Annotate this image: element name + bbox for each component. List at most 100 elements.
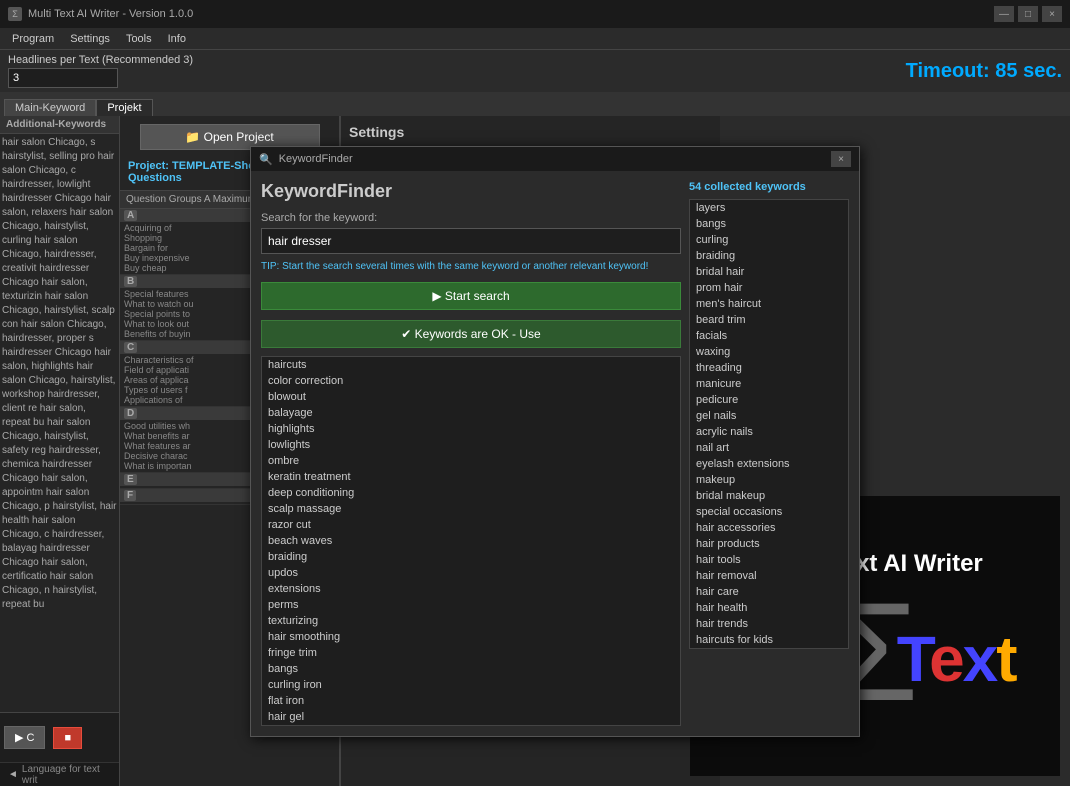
list-item[interactable]: gel nails (690, 408, 848, 424)
settings-title: Settings (349, 124, 712, 140)
list-item[interactable]: bridal hair (690, 264, 848, 280)
list-item[interactable]: bridal makeup (690, 488, 848, 504)
left-sidebar: Additional-Keywords hair salon Chicago, … (0, 116, 120, 786)
group-e-badge: E (124, 474, 137, 485)
list-item[interactable]: braiding (262, 549, 680, 565)
list-item[interactable]: hair trends (690, 616, 848, 632)
title-bar: Σ Multi Text AI Writer - Version 1.0.0 —… (0, 0, 1070, 28)
list-item[interactable]: nail art (690, 440, 848, 456)
stop-button[interactable]: ■ (53, 727, 82, 749)
list-item[interactable]: men's haircut (690, 296, 848, 312)
group-f-badge: F (124, 490, 136, 501)
menu-settings[interactable]: Settings (62, 28, 118, 49)
main-layout: Additional-Keywords hair salon Chicago, … (0, 116, 1070, 786)
list-item[interactable]: acrylic nails (690, 424, 848, 440)
list-item[interactable]: flat iron (262, 693, 680, 709)
keyword-finder-window: 🔍 KeywordFinder × KeywordFinder Search f… (250, 146, 860, 737)
kf-tip-text: TIP: Start the search several times with… (261, 260, 681, 274)
group-d-badge: D (124, 408, 137, 419)
list-item[interactable]: waxing (690, 344, 848, 360)
list-item[interactable]: haircuts for seni (690, 648, 848, 649)
headlines-label: Headlines per Text (Recommended 3) (8, 54, 193, 66)
list-item[interactable]: hair accessories (690, 520, 848, 536)
list-item[interactable]: eyelash extensions (690, 456, 848, 472)
kf-body: KeywordFinder Search for the keyword: TI… (251, 171, 859, 736)
list-item[interactable]: hair gel (262, 709, 680, 725)
list-item[interactable]: special occasions (690, 504, 848, 520)
kf-title-bar: 🔍 KeywordFinder × (251, 147, 859, 171)
kf-window-title: KeywordFinder (279, 153, 353, 165)
list-item[interactable]: extensions (262, 581, 680, 597)
group-b-badge: B (124, 276, 137, 287)
list-item[interactable]: curling (690, 232, 848, 248)
list-item[interactable]: beard trim (690, 312, 848, 328)
kf-collected-list[interactable]: layers bangs curling braiding bridal hai… (689, 199, 849, 649)
list-item[interactable]: highlights (262, 421, 680, 437)
list-item[interactable]: razor cut (262, 517, 680, 533)
question-groups-label: Question Groups A (126, 194, 210, 205)
list-item[interactable]: bangs (690, 216, 848, 232)
list-item[interactable]: braiding (690, 248, 848, 264)
list-item[interactable]: hair smoothing (262, 629, 680, 645)
list-item[interactable]: balayage (262, 405, 680, 421)
main-content: 📁 Open Project Project: TEMPLATE-Shoppin… (120, 116, 1070, 786)
list-item[interactable]: fringe trim (262, 645, 680, 661)
sidebar-keywords: hair salon Chicago, s hairstylist, selli… (2, 136, 117, 612)
list-item[interactable]: hair health (690, 600, 848, 616)
list-item[interactable]: hair care (690, 584, 848, 600)
list-item[interactable]: haircuts for kids (690, 632, 848, 648)
list-item[interactable]: perms (262, 597, 680, 613)
minimize-button[interactable]: — (994, 6, 1014, 22)
list-item[interactable]: texturizing (262, 613, 680, 629)
list-item[interactable]: bangs (262, 661, 680, 677)
list-item[interactable]: manicure (690, 376, 848, 392)
kf-search-input[interactable] (261, 228, 681, 254)
kf-window-icon: 🔍 (259, 153, 273, 166)
kf-close-button[interactable]: × (831, 151, 851, 167)
list-item[interactable]: prom hair (690, 280, 848, 296)
menu-program[interactable]: Program (4, 28, 62, 49)
run-button[interactable]: ▶ C (4, 726, 45, 749)
list-item[interactable]: hair tools (690, 552, 848, 568)
close-button[interactable]: × (1042, 6, 1062, 22)
list-item[interactable]: pedicure (690, 392, 848, 408)
list-item[interactable]: ombre (262, 453, 680, 469)
kf-keyword-list[interactable]: haircuts color correction blowout balaya… (261, 356, 681, 726)
list-item[interactable]: scalp massage (262, 501, 680, 517)
list-item[interactable]: hair mousse (262, 725, 680, 726)
group-a-badge: A (124, 210, 137, 221)
list-item[interactable]: hair products (690, 536, 848, 552)
kf-start-search-button[interactable]: ▶ Start search (261, 282, 681, 310)
list-item[interactable]: blowout (262, 389, 680, 405)
tab-row: Main-Keyword Projekt (0, 92, 1070, 116)
app-icon: Σ (8, 7, 22, 21)
tab-projekt[interactable]: Projekt (96, 99, 152, 116)
timeout-display: Timeout: 85 sec. (906, 60, 1062, 83)
list-item[interactable]: hair removal (690, 568, 848, 584)
list-item[interactable]: makeup (690, 472, 848, 488)
maximize-button[interactable]: □ (1018, 6, 1038, 22)
list-item[interactable]: keratin treatment (262, 469, 680, 485)
list-item[interactable]: color correction (262, 373, 680, 389)
text-overlay: Text (897, 622, 1016, 696)
tab-main-keyword[interactable]: Main-Keyword (4, 99, 96, 116)
list-item[interactable]: updos (262, 565, 680, 581)
lang-arrow-icon[interactable]: ◄ (8, 769, 18, 780)
list-item[interactable]: deep conditioning (262, 485, 680, 501)
list-item[interactable]: threading (690, 360, 848, 376)
sidebar-header: Additional-Keywords (0, 116, 119, 134)
menu-info[interactable]: Info (160, 28, 194, 49)
list-item[interactable]: facials (690, 328, 848, 344)
language-bar: ◄ Language for text writ (0, 762, 119, 786)
list-item[interactable]: beach waves (262, 533, 680, 549)
bottom-control-area: ▶ C ■ (0, 712, 119, 762)
kf-collected-label: 54 collected keywords (689, 181, 849, 193)
list-item[interactable]: layers (690, 200, 848, 216)
list-item[interactable]: curling iron (262, 677, 680, 693)
list-item[interactable]: lowlights (262, 437, 680, 453)
headlines-input[interactable] (8, 68, 118, 88)
menu-tools[interactable]: Tools (118, 28, 160, 49)
kf-ok-button[interactable]: ✔ Keywords are OK - Use (261, 320, 681, 348)
list-item[interactable]: haircuts (262, 357, 680, 373)
sidebar-content: hair salon Chicago, s hairstylist, selli… (0, 134, 119, 712)
